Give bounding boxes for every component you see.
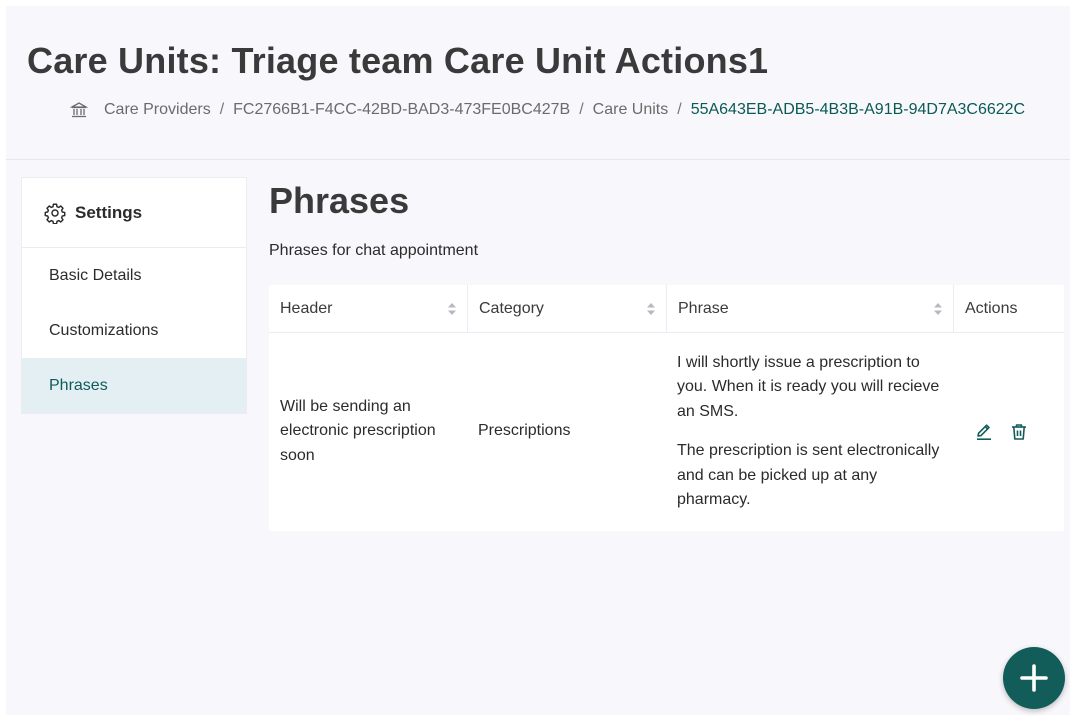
sort-icon[interactable] [447,301,457,317]
column-label: Header [280,299,333,317]
sidebar-item-basic-details[interactable]: Basic Details [22,248,246,303]
sort-icon[interactable] [646,301,656,317]
page-header: Care Units: Triage team Care Unit Action… [6,6,1070,160]
breadcrumb-care-providers[interactable]: Care Providers [104,101,211,119]
column-header-category[interactable]: Category [467,284,666,333]
table-row: Will be sending an electronic prescripti… [269,333,1064,530]
phrase-paragraph: The prescription is sent electronically … [677,442,940,508]
bank-icon[interactable] [70,101,88,119]
sidebar-title: Settings [75,202,143,222]
breadcrumb-care-units[interactable]: Care Units [593,101,669,119]
breadcrumb: Care Providers / FC2766B1-F4CC-42BD-BAD3… [70,101,1025,119]
add-phrase-button[interactable] [1003,647,1065,709]
phrases-table: Header Category Phrase Actions Will be s… [269,284,1064,531]
sidebar-item-label: Phrases [49,376,108,394]
column-header-phrase[interactable]: Phrase [666,284,953,333]
sidebar-item-customizations[interactable]: Customizations [22,303,246,358]
column-label: Phrase [678,299,729,317]
sidebar-item-phrases[interactable]: Phrases [22,358,246,413]
table-header: Header Category Phrase Actions [269,284,1064,333]
cell-phrase: I will shortly issue a prescription to y… [666,351,953,513]
cell-category: Prescriptions [478,422,571,440]
column-label: Actions [965,299,1018,317]
plus-icon [1019,663,1049,693]
phrase-paragraph: I will shortly issue a prescription to y… [677,353,940,420]
sidebar-item-label: Basic Details [49,266,142,284]
breadcrumb-separator: / [219,101,225,118]
sidebar-item-label: Customizations [49,321,159,339]
sort-icon[interactable] [933,301,943,317]
breadcrumb-current-unit-id: 55A643EB-ADB5-4B3B-A91B-94D7A3C6622C [690,101,1026,118]
column-label: Category [479,299,544,317]
breadcrumb-provider-id[interactable]: FC2766B1-F4CC-42BD-BAD3-473FE0BC427B [233,101,570,119]
breadcrumb-separator: / [579,101,584,118]
trash-icon[interactable] [1009,422,1029,442]
sidebar-header: Settings [22,178,246,248]
page-title: Care Units: Triage team Care Unit Action… [27,40,769,81]
cell-actions [953,422,1064,442]
section-title: Phrases [269,180,410,221]
edit-icon[interactable] [974,422,994,442]
breadcrumb-separator: / [677,101,682,118]
column-header-actions: Actions [953,284,1064,333]
gear-icon [44,202,66,224]
column-header-header[interactable]: Header [269,285,467,333]
settings-sidebar: Settings Basic Details Customizations Ph… [21,177,247,414]
section-subtitle: Phrases for chat appointment [269,242,479,259]
cell-header: Will be sending an electronic prescripti… [280,397,436,464]
